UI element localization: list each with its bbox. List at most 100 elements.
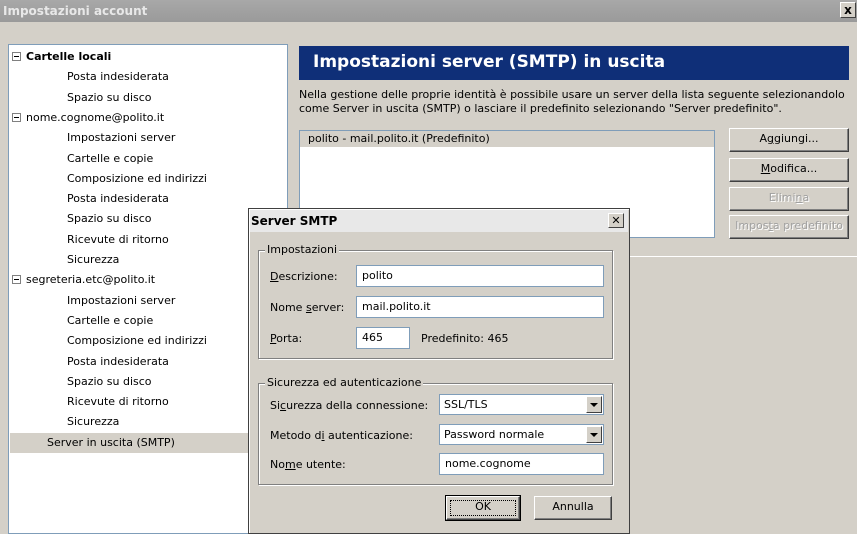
tree-item-label: Server in uscita (SMTP): [47, 435, 175, 449]
user-label-accel: m: [284, 458, 296, 471]
security-group-label: Sicurezza ed autenticazione: [265, 376, 424, 389]
tree-item-label: Impostazioni server: [67, 131, 176, 145]
cancel-button[interactable]: Annulla: [534, 496, 612, 520]
setdef-label-post: a predefinito: [772, 219, 843, 232]
tree-item[interactable]: Ricevute di ritorno: [67, 230, 169, 250]
tree-item-label: Cartelle e copie: [67, 151, 154, 165]
remove-label-post: a: [802, 191, 810, 204]
focus-ring: [450, 500, 516, 516]
tree-item[interactable]: Posta indesiderata: [67, 189, 169, 209]
tree-item[interactable]: Spazio su disco: [67, 209, 152, 229]
tree-item-label: Spazio su disco: [67, 212, 152, 226]
tree-item-label: Spazio su disco: [67, 374, 152, 388]
tree-item[interactable]: Posta indesiderata: [67, 352, 169, 372]
tree-item[interactable]: Cartelle e copie: [67, 311, 153, 331]
close-icon[interactable]: x: [840, 2, 856, 18]
ok-button[interactable]: OK: [445, 495, 521, 521]
tree-item[interactable]: nome.cognome@polito.it: [12, 108, 165, 128]
collapse-icon[interactable]: [12, 112, 21, 122]
add-server-button[interactable]: Aggiungi...: [729, 128, 849, 152]
description-field[interactable]: polito: [356, 265, 604, 287]
close-icon[interactable]: ✕: [608, 213, 624, 228]
username-label: Nome utente:: [270, 458, 346, 472]
chevron-down-icon[interactable]: [586, 426, 602, 443]
tree-item[interactable]: Composizione ed indirizzi: [67, 169, 207, 189]
edit-label-accel: M: [760, 162, 771, 175]
tree-item[interactable]: Ricevute di ritorno: [67, 392, 169, 412]
tree-item[interactable]: Spazio su disco: [67, 372, 152, 392]
tree-item-label: Cartelle locali: [26, 50, 112, 63]
tree-item[interactable]: Sicurezza: [67, 250, 119, 270]
tree-item-label: Posta indesiderata: [67, 354, 169, 368]
tree-item[interactable]: Composizione ed indirizzi: [67, 331, 207, 351]
server-label-pre: Nome: [270, 301, 306, 314]
collapse-icon[interactable]: [12, 52, 21, 61]
server-details-panel: [617, 256, 857, 367]
tree-item-label: Composizione ed indirizzi: [67, 171, 207, 185]
server-name-label: Nome server:: [270, 301, 344, 315]
auth-label-pre: Metodo d: [270, 429, 322, 442]
port-label-text: orta:: [276, 332, 303, 345]
auth-method-select[interactable]: Password normale: [439, 424, 604, 445]
window-title-bar: Impostazioni account x: [0, 0, 857, 22]
remove-label-pre: Elimi: [768, 191, 796, 204]
smtp-server-dialog: Server SMTP ✕ Impostazioni Descrizione: …: [248, 208, 630, 534]
conn-label-pre: Si: [270, 399, 281, 412]
remove-label-accel: n: [795, 191, 803, 204]
page-title: Impostazioni server (SMTP) in uscita: [299, 46, 849, 80]
dialog-title-bar: Server SMTP ✕: [250, 210, 628, 232]
auth-method-value: Password normale: [444, 428, 545, 441]
tree-item[interactable]: Impostazioni server: [67, 291, 175, 311]
tree-item[interactable]: Cartelle locali: [12, 47, 112, 67]
username-field[interactable]: nome.cognome: [439, 453, 604, 475]
tree-item-label: nome.cognome@polito.it: [26, 110, 165, 124]
remove-server-button[interactable]: Elimina: [729, 187, 849, 211]
chevron-down-icon[interactable]: [586, 396, 602, 413]
tree-item[interactable]: segreteria.etc@polito.it: [12, 270, 155, 290]
tree-item-label: Posta indesiderata: [67, 192, 169, 206]
tree-item-label: Composizione ed indirizzi: [67, 334, 207, 348]
tree-item[interactable]: Posta indesiderata: [67, 67, 169, 87]
connection-security-value: SSL/TLS: [444, 398, 488, 411]
port-label: Porta:: [270, 332, 302, 346]
connection-security-select[interactable]: SSL/TLS: [439, 394, 604, 415]
tree-item-label: Sicurezza: [67, 415, 120, 429]
tree-item-label: Cartelle e copie: [67, 313, 154, 327]
port-field[interactable]: 465: [356, 327, 410, 349]
tree-item-label: Ricevute di ritorno: [67, 395, 169, 409]
add-label-pre: A: [759, 132, 768, 145]
server-label-post: erver:: [311, 301, 345, 314]
server-list-item[interactable]: polito - mail.polito.it (Predefinito): [300, 131, 714, 147]
tree-item[interactable]: Sicurezza: [67, 412, 119, 432]
add-label-post: giungi...: [774, 132, 819, 145]
window-title: Impostazioni account: [3, 4, 148, 18]
description-label: Descrizione:: [270, 270, 338, 284]
account-tree[interactable]: Cartelle locali Posta indesiderata Spazio …: [8, 44, 288, 534]
server-name-field[interactable]: mail.polito.it: [356, 296, 604, 318]
tree-item[interactable]: Impostazioni server: [67, 128, 175, 148]
tree-item-label: Sicurezza: [67, 253, 120, 266]
smtp-description: Nella gestione delle proprie identità è …: [299, 88, 845, 115]
cancel-label: Annulla: [552, 500, 594, 513]
auth-label-post: autenticazione:: [324, 429, 413, 442]
tree-item[interactable]: Cartelle e copie: [67, 149, 153, 169]
collapse-icon[interactable]: [12, 275, 21, 285]
tree-item[interactable]: Spazio su disco: [67, 88, 152, 108]
tree-item-label: Spazio su disco: [67, 90, 152, 104]
edit-label-post: odifica...: [770, 162, 818, 175]
settings-group-label: Impostazioni: [265, 243, 340, 256]
tree-item-label: Posta indesiderata: [67, 70, 169, 84]
connection-security-label: Sicurezza della connessione:: [270, 399, 428, 413]
user-label-post: e utente:: [295, 458, 346, 471]
edit-server-button[interactable]: Modifica...: [729, 158, 849, 182]
conn-label-post: urezza della connessione:: [286, 399, 429, 412]
tree-item-label: Impostazioni server: [67, 293, 176, 307]
set-default-button[interactable]: Imposta predefinito: [729, 215, 849, 239]
dialog-title: Server SMTP: [251, 214, 338, 228]
description-label-text: escrizione:: [278, 270, 338, 283]
auth-method-label: Metodo di autenticazione:: [270, 429, 413, 443]
user-label-pre: No: [270, 458, 285, 471]
setdef-label-pre: Impos: [735, 219, 769, 232]
tree-item[interactable]: Server in uscita (SMTP): [10, 432, 286, 453]
tree-item-label: Ricevute di ritorno: [67, 232, 169, 246]
